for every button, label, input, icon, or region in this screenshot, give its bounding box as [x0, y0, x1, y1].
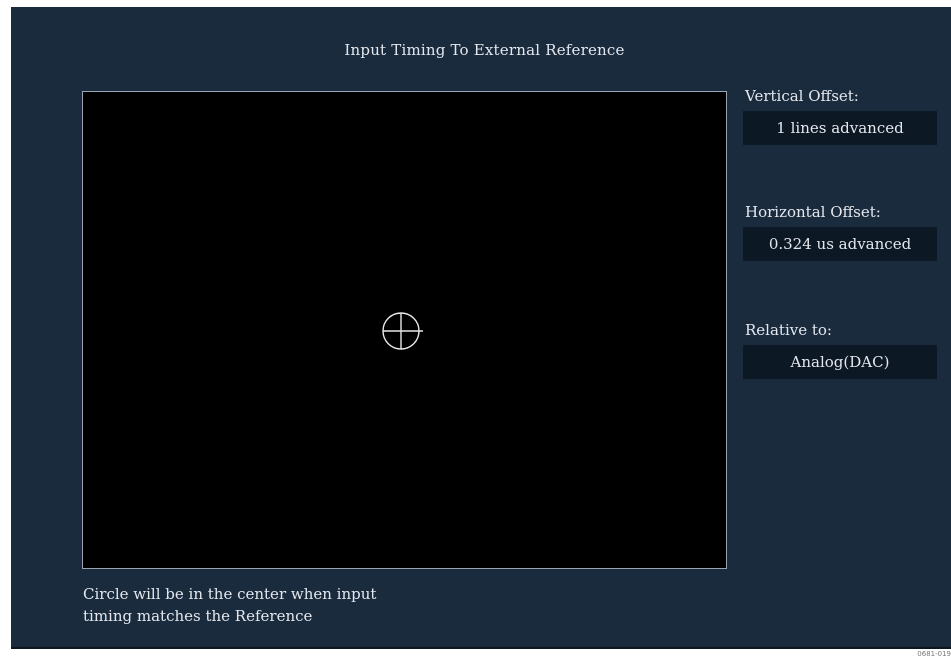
- vertical-offset-label: Vertical Offset:: [745, 87, 859, 105]
- panel-title: Input Timing To External Reference: [344, 41, 625, 59]
- caption-line-1: Circle will be in the center when input: [83, 585, 377, 603]
- relative-to-label: Relative to:: [745, 321, 832, 339]
- caption-line-2: timing matches the Reference: [83, 607, 313, 625]
- relative-to-value: Analog(DAC): [743, 345, 937, 379]
- vertical-offset-value: 1 lines advanced: [743, 111, 937, 145]
- timing-display: [82, 91, 727, 569]
- timing-panel: Input Timing To External Reference Verti…: [11, 7, 951, 649]
- horizontal-offset-value: 0.324 us advanced: [743, 227, 937, 261]
- timing-target-icon: [382, 312, 423, 350]
- figure-id: 0681-019: [917, 650, 951, 658]
- timing-display-graphic: [382, 312, 423, 350]
- horizontal-offset-label: Horizontal Offset:: [745, 203, 881, 221]
